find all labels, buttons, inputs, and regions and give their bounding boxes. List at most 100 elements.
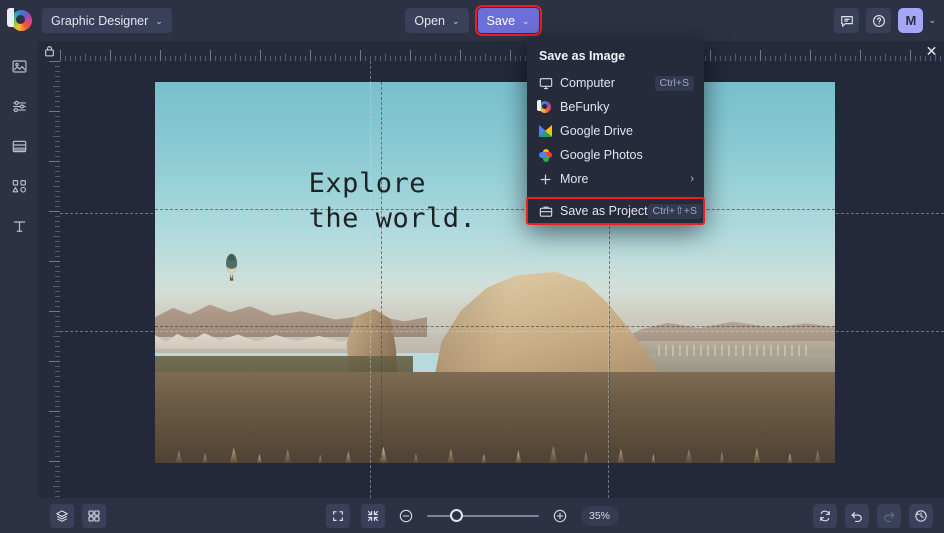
menu-item-google-drive[interactable]: Google Drive (527, 119, 704, 143)
ruler-tick (850, 56, 851, 61)
zoom-out-button[interactable] (396, 506, 416, 526)
ruler-tick (55, 146, 60, 147)
artboard[interactable]: Explore the world. (155, 82, 835, 463)
menu-item-label: Google Photos (560, 148, 643, 162)
ruler-tick (895, 56, 896, 61)
zoom-in-button[interactable] (550, 506, 570, 526)
zoom-slider-handle[interactable] (449, 509, 463, 522)
rock-spire (318, 454, 323, 463)
layers-button[interactable] (50, 503, 74, 528)
avatar[interactable]: M (898, 8, 924, 33)
ruler-tick (380, 56, 381, 61)
ruler-tick (55, 241, 60, 242)
ruler-tick (55, 141, 60, 142)
sidebar-item-text[interactable] (4, 213, 34, 239)
minus-circle-icon (399, 509, 412, 522)
ruler-tick (485, 54, 486, 61)
ruler-tick (55, 81, 60, 82)
ruler-tick (55, 416, 60, 417)
grid-button[interactable] (82, 503, 106, 528)
canvas-area[interactable]: Explore the world. (60, 61, 944, 498)
close-icon[interactable]: ✕ (923, 42, 940, 59)
sidebar-item-edit[interactable] (4, 93, 34, 119)
ruler-tick (55, 281, 60, 282)
layers-icon (56, 509, 68, 522)
menu-item-google-photos[interactable]: Google Photos (527, 143, 704, 167)
menu-item-save-as-project[interactable]: Save as Project Ctrl+⇧+S (526, 197, 705, 225)
ruler-tick (55, 431, 60, 432)
ruler-tick (105, 56, 106, 61)
ruler-tick (915, 56, 916, 61)
ruler-tick (360, 50, 361, 61)
ruler-tick (880, 56, 881, 61)
ruler-tick (53, 286, 60, 287)
ruler-tick (885, 54, 886, 61)
ruler-tick (255, 56, 256, 61)
feedback-button[interactable] (834, 8, 860, 33)
ruler-tick (55, 231, 60, 232)
ruler-tick (745, 56, 746, 61)
horizontal-ruler[interactable] (60, 41, 944, 61)
workspace-label: Graphic Designer (51, 13, 149, 28)
ruler-tick (520, 56, 521, 61)
open-button[interactable]: Open ⌄ (405, 8, 469, 33)
image-icon (11, 59, 27, 73)
ruler-tick (55, 376, 60, 377)
menu-item-computer[interactable]: Computer Ctrl+S (527, 71, 704, 95)
vertical-ruler[interactable] (38, 61, 60, 498)
reset-button[interactable] (813, 503, 837, 528)
ruler-tick (85, 54, 86, 61)
menu-item-shortcut: Ctrl+⇧+S (647, 203, 702, 219)
rock-spire (549, 445, 558, 463)
ruler-tick (65, 56, 66, 61)
rock-spire (202, 452, 208, 463)
menu-item-label: Google Drive (560, 124, 633, 138)
zoom-level-value[interactable]: 35% (580, 505, 619, 526)
rock-spire (284, 449, 292, 463)
help-button[interactable] (866, 8, 892, 33)
ruler-tick (55, 371, 60, 372)
ruler-tick (53, 186, 60, 187)
zoom-slider[interactable] (426, 506, 539, 526)
ruler-tick (49, 211, 60, 212)
canvas-text-layer[interactable]: Explore the world. (309, 166, 477, 237)
ruler-tick (350, 56, 351, 61)
ruler-tick (53, 236, 60, 237)
ruler-tick (55, 341, 60, 342)
ruler-tick (735, 54, 736, 61)
menu-item-more[interactable]: More › (527, 167, 704, 191)
fit-to-screen-button[interactable] (360, 503, 385, 528)
undo-button[interactable] (845, 503, 869, 528)
ruler-lock-corner[interactable] (38, 41, 60, 61)
workspace-selector[interactable]: Graphic Designer ⌄ (42, 8, 172, 33)
ruler-tick (450, 56, 451, 61)
app-logo[interactable] (0, 8, 42, 31)
ruler-tick (170, 56, 171, 61)
sidebar-item-image[interactable] (4, 53, 34, 79)
ruler-tick (260, 50, 261, 61)
ruler-tick (490, 56, 491, 61)
ruler-tick (250, 56, 251, 61)
undo-icon (851, 511, 862, 522)
avatar-chevron-down-icon[interactable]: ⌄ (928, 15, 936, 26)
ruler-tick (840, 56, 841, 61)
ruler-tick (800, 56, 801, 61)
menu-item-label: Save as Project (560, 204, 648, 218)
rock-spire (685, 449, 693, 463)
ruler-tick (100, 56, 101, 61)
ruler-tick (55, 131, 60, 132)
redo-button[interactable] (877, 503, 901, 528)
fullscreen-button[interactable] (325, 503, 350, 528)
layout-icon (12, 140, 26, 152)
save-button[interactable]: Save ⌄ (474, 5, 542, 36)
sidebar-item-templates[interactable] (4, 133, 34, 159)
text-t-icon (13, 220, 25, 232)
ruler-tick (440, 56, 441, 61)
ruler-tick (315, 56, 316, 61)
bottom-left-group (0, 503, 106, 528)
ruler-tick (245, 56, 246, 61)
ruler-tick (55, 116, 60, 117)
history-button[interactable] (909, 503, 933, 528)
sidebar-item-graphics[interactable] (4, 173, 34, 199)
menu-item-befunky[interactable]: BeFunky (527, 95, 704, 119)
